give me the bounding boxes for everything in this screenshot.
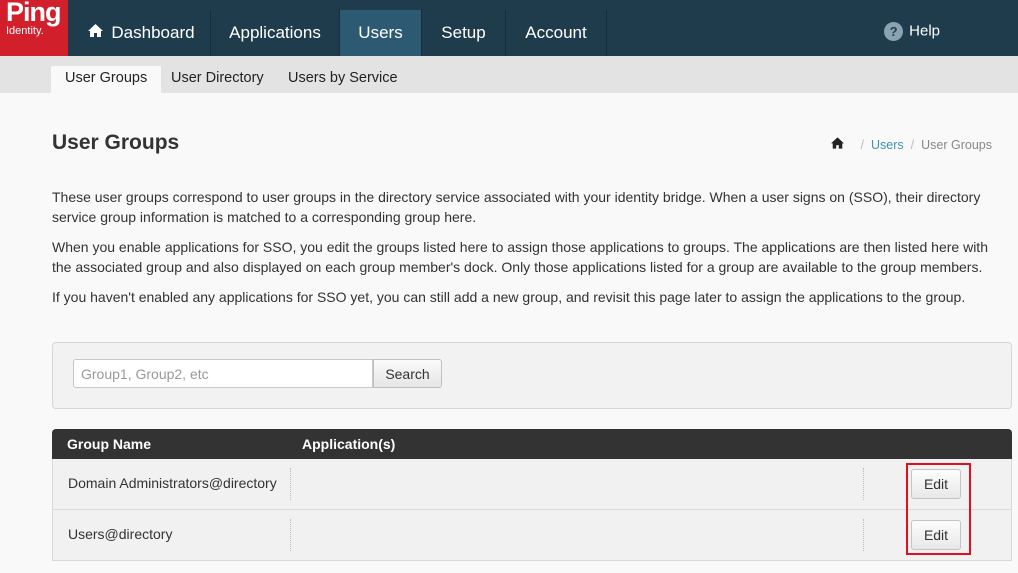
sub-nav: User Groups User Directory Users by Serv…: [0, 56, 1018, 93]
subtab-users-by-service-label: Users by Service: [288, 70, 398, 86]
group-name-cell: Users@directory: [68, 526, 173, 542]
breadcrumb-separator: /: [910, 138, 915, 152]
subtab-user-directory[interactable]: User Directory: [157, 66, 278, 93]
breadcrumb-current: User Groups: [921, 138, 992, 152]
subtab-user-directory-label: User Directory: [171, 70, 264, 86]
nav-account[interactable]: Account: [506, 10, 606, 56]
nav-setup[interactable]: Setup: [422, 10, 505, 56]
description-paragraph-3: If you haven't enabled any applications …: [52, 289, 966, 305]
page-title: User Groups: [52, 131, 180, 154]
home-icon: [88, 9, 104, 55]
group-search-input[interactable]: [73, 359, 373, 388]
subtab-user-groups-label: User Groups: [65, 70, 148, 86]
question-icon: ?: [884, 22, 904, 41]
top-nav: Ping Identity. Dashboard Applications Us…: [0, 0, 1018, 56]
table-row: Domain Administrators@directory Edit: [52, 459, 1012, 510]
nav-account-label: Account: [525, 23, 587, 42]
subtab-users-by-service[interactable]: Users by Service: [274, 66, 412, 93]
ping-identity-logo[interactable]: Ping Identity.: [0, 0, 68, 56]
search-panel: Search: [52, 342, 1012, 409]
nav-users-label: Users: [358, 23, 403, 42]
user-groups-table: Group Name Application(s) Domain Adminis…: [52, 429, 1012, 561]
table-row: Users@directory Edit: [52, 510, 1012, 561]
subtab-user-groups[interactable]: User Groups: [51, 66, 162, 93]
column-header-applications: Application(s): [302, 436, 396, 452]
nav-applications[interactable]: Applications: [211, 10, 339, 56]
help-link[interactable]: ? Help: [884, 22, 940, 41]
description-paragraph-2: When you enable applications for SSO, yo…: [52, 239, 988, 275]
logo-sub: Identity.: [6, 25, 44, 37]
breadcrumb-home-icon[interactable]: [830, 137, 844, 152]
breadcrumb-users-link[interactable]: Users: [871, 138, 904, 152]
nav-dashboard[interactable]: Dashboard: [73, 10, 210, 56]
table-header: Group Name Application(s): [52, 429, 1012, 459]
breadcrumb: / Users / User Groups: [830, 137, 992, 152]
column-header-group-name: Group Name: [67, 436, 152, 452]
nav-setup-label: Setup: [441, 23, 486, 42]
nav-dashboard-label: Dashboard: [111, 23, 195, 42]
description-paragraph-1: These user groups correspond to user gro…: [52, 189, 981, 225]
help-label: Help: [909, 22, 940, 40]
nav-applications-label: Applications: [229, 23, 321, 42]
search-button[interactable]: Search: [373, 359, 442, 388]
group-name-cell: Domain Administrators@directory: [68, 475, 277, 491]
logo-brand: Ping: [6, 0, 61, 27]
edit-buttons-highlight: [906, 463, 971, 555]
nav-users[interactable]: Users: [340, 10, 421, 56]
breadcrumb-separator: /: [860, 138, 864, 152]
